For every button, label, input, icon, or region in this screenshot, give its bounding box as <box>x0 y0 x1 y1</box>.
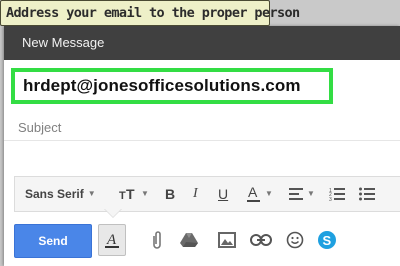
font-size-icon[interactable]: TT ▼ <box>119 185 149 203</box>
svg-text:T: T <box>126 186 135 202</box>
svg-text:3: 3 <box>329 197 332 201</box>
svg-text:A: A <box>248 185 258 200</box>
compose-header[interactable]: New Message <box>4 26 400 60</box>
svg-text:A: A <box>106 232 117 248</box>
attach-icon[interactable] <box>144 226 170 254</box>
subject-placeholder: Subject <box>18 120 62 135</box>
underline-icon[interactable]: U <box>218 185 228 203</box>
font-family-label: Sans Serif <box>25 187 84 201</box>
insert-link-icon[interactable] <box>248 226 274 254</box>
toolbar-pointer-fill <box>105 209 121 217</box>
chevron-down-icon: ▼ <box>307 189 315 198</box>
instruction-tooltip: Address your email to the proper person <box>0 0 300 26</box>
bold-icon[interactable]: B <box>165 185 175 203</box>
tooltip-text: Address your email to the proper person <box>6 5 300 21</box>
chevron-down-icon: ▼ <box>87 189 96 198</box>
bulleted-list-icon[interactable] <box>359 185 375 203</box>
emoji-icon[interactable] <box>282 226 308 254</box>
italic-icon[interactable]: I <box>193 185 198 203</box>
align-icon[interactable]: ▼ <box>289 185 315 203</box>
chevron-down-icon: ▼ <box>265 189 273 198</box>
compose-title: New Message <box>22 35 105 50</box>
recipient-address: hrdept@jonesofficesolutions.com <box>23 76 301 95</box>
font-family-select[interactable]: Sans Serif ▼ <box>25 185 96 203</box>
drive-icon[interactable] <box>176 226 202 254</box>
subject-field[interactable]: Subject <box>4 110 400 141</box>
numbered-list-icon[interactable]: 123 <box>329 185 345 203</box>
formatting-toolbar: Sans Serif ▼ TT ▼ B I U A ▼ ▼ 123 <box>14 176 400 212</box>
recipient-field[interactable]: hrdept@jonesofficesolutions.com <box>11 68 333 104</box>
send-button[interactable]: Send <box>14 224 92 258</box>
skype-icon[interactable]: S <box>314 226 340 254</box>
svg-text:T: T <box>119 190 126 202</box>
insert-photo-icon[interactable] <box>214 226 240 254</box>
text-color-icon[interactable]: A ▼ <box>247 185 273 203</box>
svg-text:S: S <box>323 233 332 248</box>
chevron-down-icon: ▼ <box>141 189 149 198</box>
formatting-options-icon[interactable]: A <box>98 224 126 256</box>
compose-window: New Message hrdept@jonesofficesolutions.… <box>4 26 400 266</box>
